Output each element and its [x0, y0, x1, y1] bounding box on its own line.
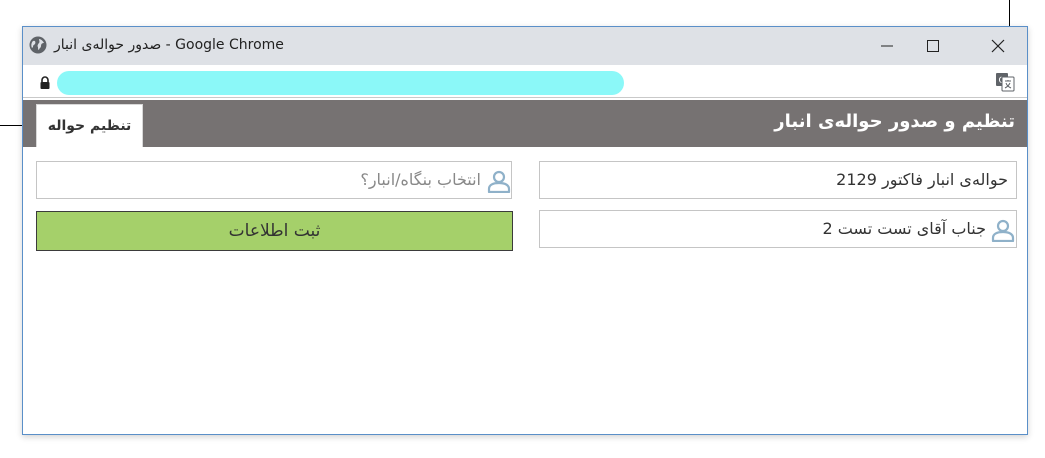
- minimize-button[interactable]: [864, 27, 910, 65]
- tab-invoice-setting[interactable]: تنظیم حواله: [36, 104, 143, 147]
- window-title: صدور حواله‌ی انبار - Google Chrome: [54, 37, 284, 53]
- person-value: جناب آقای تست تست 2: [822, 219, 986, 238]
- invoice-title-value: حواله‌ی انبار فاکتور 2129: [836, 170, 1008, 189]
- invoice-title-field[interactable]: حواله‌ی انبار فاکتور 2129: [539, 161, 1017, 199]
- page-title: تنظیم و صدور حواله‌ی انبار: [774, 111, 1015, 132]
- submit-button[interactable]: ثبت اطلاعات: [36, 211, 513, 251]
- maximize-icon: [927, 40, 939, 52]
- person-select-field[interactable]: جناب آقای تست تست 2: [539, 210, 1017, 248]
- warehouse-select-field[interactable]: انتخاب بنگاه/انبار؟: [36, 161, 512, 199]
- warehouse-placeholder: انتخاب بنگاه/انبار؟: [360, 170, 481, 189]
- globe-icon: [29, 36, 47, 54]
- lock-icon[interactable]: [39, 75, 51, 89]
- close-button[interactable]: [975, 27, 1021, 65]
- translate-icon[interactable]: G: [995, 72, 1015, 92]
- app-header: تنظیم حواله تنظیم و صدور حواله‌ی انبار: [23, 100, 1027, 147]
- window-titlebar: صدور حواله‌ی انبار - Google Chrome: [23, 27, 1027, 65]
- annotation-connector-line-left: [0, 125, 23, 126]
- minimize-icon: [881, 45, 893, 47]
- address-bar: G: [23, 65, 1027, 98]
- close-icon: [991, 39, 1005, 53]
- annotation-connector-line-top: [1009, 0, 1010, 26]
- browser-window: صدور حواله‌ی انبار - Google Chrome: [22, 26, 1028, 435]
- url-field[interactable]: [57, 71, 624, 95]
- user-icon: [991, 218, 1015, 243]
- maximize-button[interactable]: [910, 27, 956, 65]
- user-icon: [487, 169, 511, 194]
